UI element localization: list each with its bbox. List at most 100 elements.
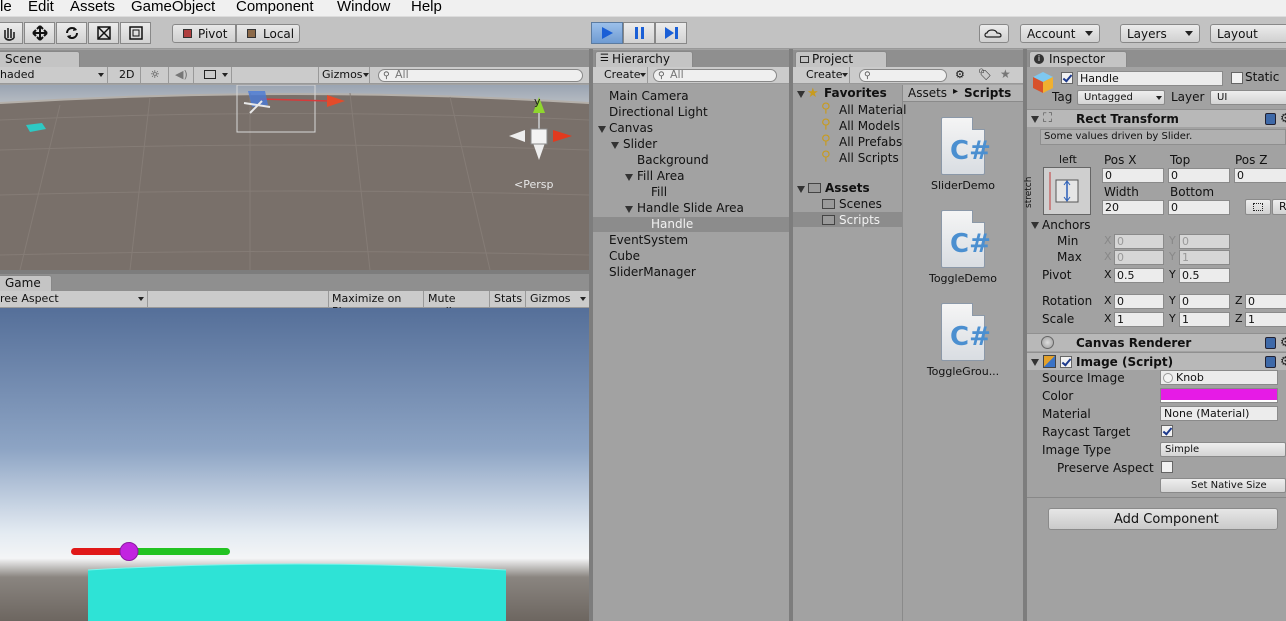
project-search-input[interactable]: ⚲ — [859, 69, 947, 82]
expand-triangle-icon[interactable] — [598, 126, 606, 133]
expand-triangle-icon[interactable] — [611, 142, 619, 149]
menu-component[interactable]: Component — [236, 0, 314, 15]
layout-dropdown[interactable]: Layout — [1210, 24, 1286, 43]
scale-x-input[interactable]: 1 — [1114, 312, 1164, 327]
expand-triangle-icon[interactable] — [797, 186, 805, 193]
gear-icon[interactable]: ⚙ — [1280, 354, 1286, 368]
rotate-tool-button[interactable] — [56, 22, 87, 44]
tab-project[interactable]: Project — [795, 51, 887, 67]
step-button[interactable] — [655, 22, 687, 44]
scale-z-input[interactable]: 1 — [1245, 312, 1286, 327]
scene-search-input[interactable]: ⚲ All — [378, 68, 583, 82]
rect-tool-button[interactable] — [120, 22, 151, 44]
gear-icon[interactable]: ⚙ — [1280, 111, 1286, 125]
game-viewport[interactable] — [0, 308, 589, 621]
aspect-dropdown[interactable]: ree Aspect — [0, 291, 148, 307]
script-file-icon[interactable]: C# — [941, 117, 991, 175]
stats-toggle[interactable]: Stats — [490, 291, 526, 307]
rotation-x-input[interactable]: 0 — [1114, 294, 1164, 309]
pivot-toggle[interactable]: Pivot — [172, 24, 236, 43]
menu-gameobject[interactable]: GameObject — [131, 0, 215, 15]
image-component-header[interactable]: Image (Script) ⚙ — [1027, 352, 1286, 370]
scale-y-input[interactable]: 1 — [1179, 312, 1230, 327]
layers-dropdown[interactable]: Layers — [1120, 24, 1200, 43]
active-checkbox[interactable] — [1061, 72, 1073, 84]
scene-lighting-toggle[interactable]: ☼ — [145, 67, 169, 83]
favorite-star-icon[interactable]: ★ — [1000, 67, 1011, 81]
breadcrumb-scripts[interactable]: Scripts — [964, 86, 1011, 100]
material-field[interactable]: None (Material) — [1160, 406, 1278, 421]
local-toggle[interactable]: Local — [236, 24, 300, 43]
pos-x-input[interactable]: 0 — [1102, 168, 1164, 183]
favorite-all-material[interactable]: All Material — [839, 103, 906, 117]
help-book-icon[interactable] — [1265, 113, 1276, 125]
asset-togglegroup[interactable]: ToggleGrou... — [918, 365, 1008, 378]
top-input[interactable]: 0 — [1168, 168, 1230, 183]
favorite-all-prefabs[interactable]: All Prefabs — [839, 135, 902, 149]
image-type-dropdown[interactable]: Simple — [1160, 442, 1286, 457]
pivot-x-input[interactable]: 0.5 — [1114, 268, 1164, 283]
favorite-all-scripts[interactable]: All Scripts — [839, 151, 899, 165]
set-native-size-button[interactable]: Set Native Size — [1160, 478, 1286, 493]
hierarchy-item-slider[interactable]: Slider — [623, 137, 657, 151]
asset-toggledemo[interactable]: ToggleDemo — [918, 272, 1008, 285]
image-enabled-checkbox[interactable] — [1060, 356, 1072, 368]
hierarchy-create-dropdown[interactable]: Create — [596, 67, 648, 83]
layer-dropdown[interactable]: UI — [1210, 90, 1286, 105]
folder-scripts[interactable]: Scripts — [839, 213, 880, 227]
2d-toggle[interactable]: 2D — [114, 67, 141, 83]
favorite-all-models[interactable]: All Models — [839, 119, 900, 133]
filter-by-type-icon[interactable]: ⚙ — [955, 68, 965, 81]
hierarchy-item-cube[interactable]: Cube — [609, 249, 640, 263]
tab-inspector[interactable]: i Inspector — [1029, 51, 1127, 67]
rotation-z-input[interactable]: 0 — [1245, 294, 1286, 309]
menu-edit[interactable]: Edit — [28, 0, 54, 15]
scene-effects-dropdown[interactable] — [198, 67, 232, 83]
scene-gizmos-dropdown[interactable]: Gizmos — [318, 67, 370, 83]
mute-audio-toggle[interactable]: Mute audio — [424, 291, 490, 318]
expand-triangle-icon[interactable] — [625, 174, 633, 181]
hand-tool-button[interactable] — [0, 22, 23, 44]
project-create-dropdown[interactable]: Create — [796, 67, 850, 83]
expand-triangle-icon[interactable] — [1031, 116, 1039, 123]
maximize-on-play-toggle[interactable]: Maximize on Play — [328, 291, 424, 318]
tab-game[interactable]: Game — [0, 275, 52, 291]
width-input[interactable]: 20 — [1102, 200, 1164, 215]
tab-hierarchy[interactable]: ☰ Hierarchy — [595, 51, 693, 67]
static-checkbox[interactable] — [1231, 72, 1243, 84]
assets-folder[interactable]: Assets — [825, 181, 870, 195]
scene-viewport[interactable]: y <Persp — [0, 85, 589, 270]
slider-handle[interactable] — [119, 542, 139, 561]
bottom-input[interactable]: 0 — [1168, 200, 1230, 215]
persp-label[interactable]: <Persp — [514, 178, 553, 191]
menu-window[interactable]: Window — [337, 0, 390, 15]
blueprint-mode-button[interactable] — [1245, 199, 1271, 215]
script-file-icon[interactable]: C# — [941, 303, 991, 361]
expand-triangle-icon[interactable] — [1031, 222, 1039, 229]
hierarchy-item-main-camera[interactable]: Main Camera — [609, 89, 689, 103]
source-image-field[interactable]: Knob — [1160, 370, 1278, 385]
anchors-label[interactable]: Anchors — [1042, 218, 1091, 232]
move-tool-button[interactable] — [24, 22, 55, 44]
hierarchy-item-handle[interactable]: Handle — [651, 217, 693, 231]
folder-scenes[interactable]: Scenes — [839, 197, 882, 211]
canvas-renderer-header[interactable]: Canvas Renderer ⚙ — [1027, 333, 1286, 351]
tag-dropdown[interactable]: Untagged — [1077, 90, 1165, 105]
hierarchy-item-canvas[interactable]: Canvas — [609, 121, 653, 135]
help-book-icon[interactable] — [1265, 356, 1276, 368]
color-swatch[interactable] — [1160, 388, 1278, 403]
tab-scene[interactable]: Scene — [0, 51, 80, 67]
asset-sliderdemo[interactable]: SliderDemo — [918, 179, 1008, 192]
expand-triangle-icon[interactable] — [1031, 359, 1039, 366]
menu-assets[interactable]: Assets — [70, 0, 115, 15]
account-dropdown[interactable]: Account — [1020, 24, 1100, 43]
add-component-button[interactable]: Add Component — [1048, 508, 1278, 530]
expand-triangle-icon[interactable] — [797, 91, 805, 98]
favorites-header[interactable]: Favorites — [824, 86, 887, 100]
rotation-y-input[interactable]: 0 — [1179, 294, 1230, 309]
game-gizmos-dropdown[interactable]: Gizmos — [526, 291, 589, 307]
pos-z-input[interactable]: 0 — [1234, 168, 1286, 183]
scene-audio-toggle[interactable]: ◀) — [170, 67, 194, 83]
menu-file[interactable]: le — [0, 0, 12, 15]
object-name-input[interactable]: Handle — [1077, 71, 1223, 86]
